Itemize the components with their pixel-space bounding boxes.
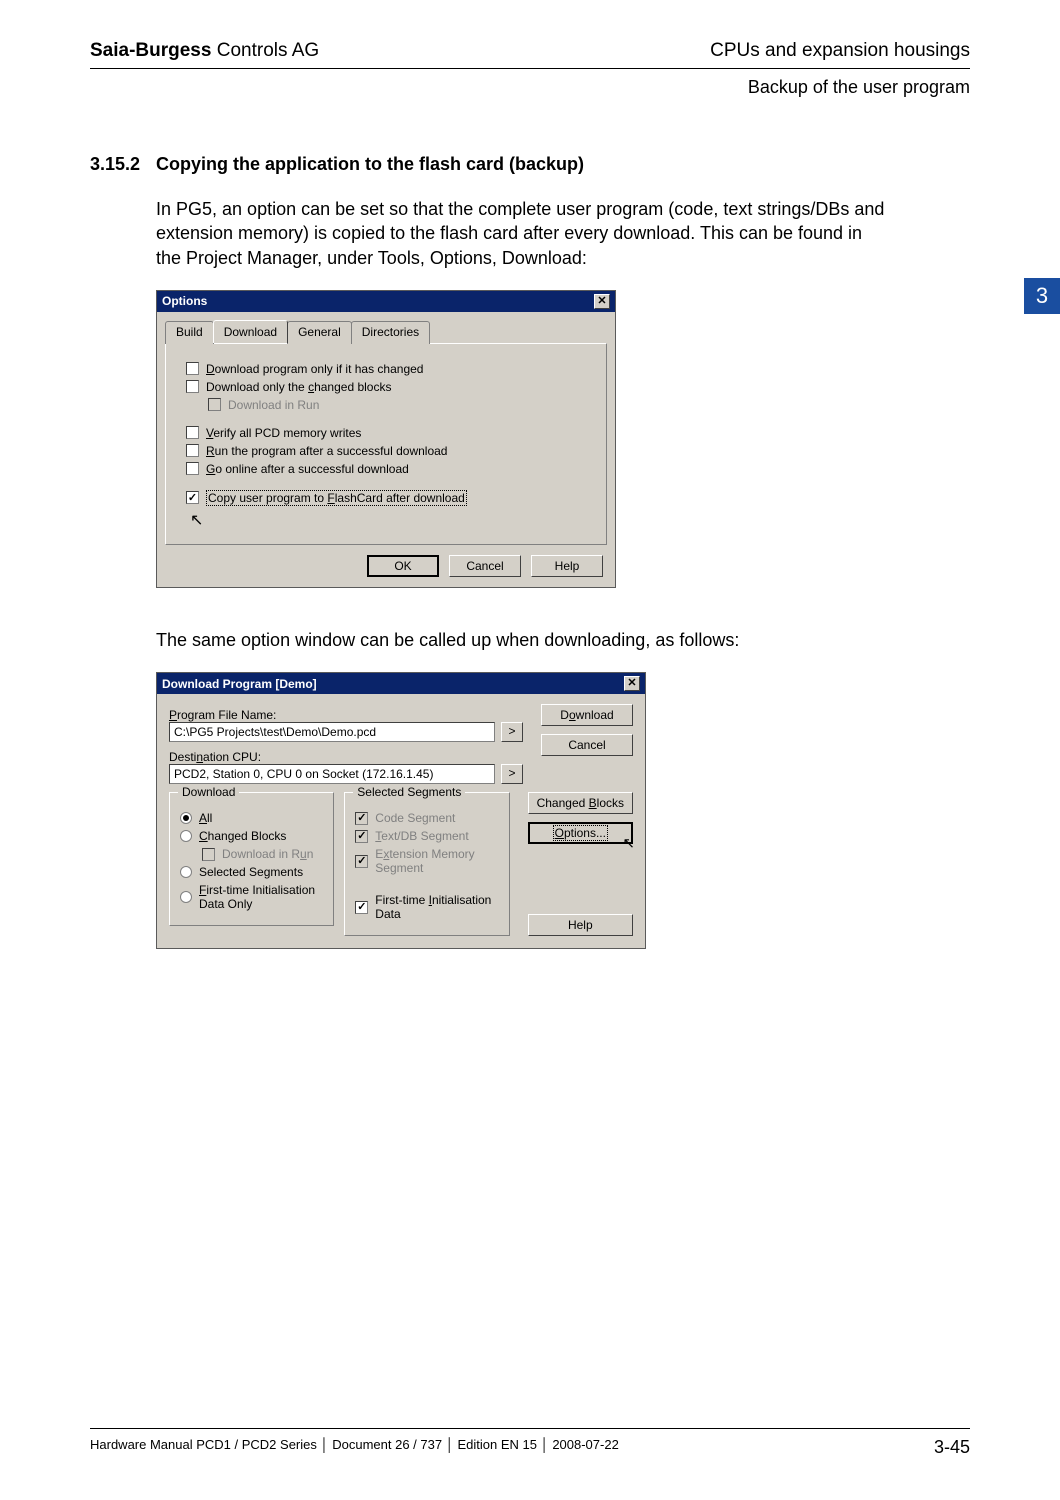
page-header: Saia-Burgess Controls AG CPUs and expans… xyxy=(90,40,970,69)
label-go-online: Go online after a successful download xyxy=(206,462,409,476)
label-only-if-changed: Download program only if it has changed xyxy=(206,362,423,376)
options-tabstrip: Build Download General Directories xyxy=(165,320,607,343)
paragraph-2: The same option window can be called up … xyxy=(156,628,886,652)
close-icon[interactable]: ✕ xyxy=(624,676,640,691)
radio-first-time[interactable] xyxy=(180,891,192,903)
download-title: Download Program [Demo] xyxy=(162,677,317,691)
section-number: 3.15.2 xyxy=(90,154,156,175)
download-titlebar[interactable]: Download Program [Demo] ✕ xyxy=(157,673,645,694)
help-button[interactable]: Help xyxy=(531,555,603,577)
label-ext-segment: Extension Memory Segment xyxy=(375,847,498,875)
checkbox-dl-in-run xyxy=(202,848,215,861)
label-selected-segments: Selected Segments xyxy=(199,865,303,879)
label-dl-in-run: Download in Run xyxy=(222,847,313,861)
label-run-after: Run the program after a successful downl… xyxy=(206,444,447,458)
checkbox-go-online[interactable] xyxy=(186,462,199,475)
footer-edition: Edition EN 15 xyxy=(457,1437,537,1452)
radio-all[interactable] xyxy=(180,812,192,824)
label-changed-blocks: Changed Blocks xyxy=(199,829,286,843)
tab-directories[interactable]: Directories xyxy=(351,321,430,344)
download-dialog: Download Program [Demo] ✕ Program File N… xyxy=(156,672,646,949)
checkbox-ext-segment xyxy=(355,855,368,868)
checkbox-only-if-changed[interactable] xyxy=(186,362,199,375)
download-group-legend: Download xyxy=(178,785,239,799)
company-name: Saia-Burgess Controls AG xyxy=(90,40,319,62)
segments-groupbox: Selected Segments Code Segment Text/DB S… xyxy=(344,792,509,936)
chapter-tab: 3 xyxy=(1024,278,1060,314)
label-code-segment: Code Segment xyxy=(375,811,455,825)
page-number: 3-45 xyxy=(934,1437,970,1458)
options-button[interactable]: Options...↖ xyxy=(528,822,633,844)
label-all: All xyxy=(199,811,212,825)
label-download-in-run: Download in Run xyxy=(228,398,319,412)
changed-blocks-button[interactable]: Changed Blocks xyxy=(528,792,633,814)
program-file-label: Program File Name: xyxy=(169,708,523,722)
footer-document: Document 26 / 737 xyxy=(332,1437,442,1452)
checkbox-download-in-run xyxy=(208,398,221,411)
download-groupbox: Download All Changed Blocks Download in … xyxy=(169,792,334,926)
page-footer: Hardware Manual PCD1 / PCD2 Series │ Doc… xyxy=(90,1428,970,1458)
checkbox-only-changed-blocks[interactable] xyxy=(186,380,199,393)
destination-cpu-input[interactable]: PCD2, Station 0, CPU 0 on Socket (172.16… xyxy=(169,764,495,784)
browse-cpu-button[interactable]: > xyxy=(501,764,523,784)
close-icon[interactable]: ✕ xyxy=(594,294,610,309)
program-file-input[interactable]: C:\PG5 Projects\test\Demo\Demo.pcd xyxy=(169,722,495,742)
company-rest: Controls AG xyxy=(211,40,319,61)
options-tabbody: Download program only if it has changed … xyxy=(165,343,607,545)
header-right: CPUs and expansion housings xyxy=(710,40,970,62)
tab-general[interactable]: General xyxy=(287,321,352,344)
tab-build[interactable]: Build xyxy=(165,321,214,344)
checkbox-first-time-data[interactable] xyxy=(355,901,368,914)
destination-cpu-label: Destination CPU: xyxy=(169,750,523,764)
checkbox-verify[interactable] xyxy=(186,426,199,439)
checkbox-copy-flash[interactable] xyxy=(186,491,199,504)
radio-changed-blocks[interactable] xyxy=(180,830,192,842)
cancel-button[interactable]: Cancel xyxy=(449,555,521,577)
label-verify: Verify all PCD memory writes xyxy=(206,426,361,440)
label-text-segment: Text/DB Segment xyxy=(375,829,468,843)
label-copy-flash: Copy user program to FlashCard after dow… xyxy=(206,490,467,506)
options-titlebar[interactable]: Options ✕ xyxy=(157,291,615,312)
company-bold: Saia-Burgess xyxy=(90,40,211,61)
footer-date: 2008-07-22 xyxy=(552,1437,619,1452)
segments-group-legend: Selected Segments xyxy=(353,785,465,799)
section-heading: 3.15.2Copying the application to the fla… xyxy=(90,154,970,175)
footer-manual: Hardware Manual PCD1 / PCD2 Series xyxy=(90,1437,317,1452)
options-dialog: Options ✕ Build Download General Directo… xyxy=(156,290,616,588)
radio-selected-segments[interactable] xyxy=(180,866,192,878)
tab-download[interactable]: Download xyxy=(213,320,288,343)
paragraph-1: In PG5, an option can be set so that the… xyxy=(156,197,886,270)
header-subtitle: Backup of the user program xyxy=(90,77,970,98)
cursor-icon: ↖ xyxy=(622,834,635,852)
section-title: Copying the application to the flash car… xyxy=(156,154,584,174)
help-button[interactable]: Help xyxy=(528,914,633,936)
checkbox-code-segment xyxy=(355,812,368,825)
cancel-button[interactable]: Cancel xyxy=(541,734,633,756)
label-first-time-data: First-time Initialisation Data xyxy=(375,893,498,921)
footer-left: Hardware Manual PCD1 / PCD2 Series │ Doc… xyxy=(90,1437,619,1458)
label-only-changed-blocks: Download only the changed blocks xyxy=(206,380,391,394)
checkbox-text-segment xyxy=(355,830,368,843)
options-title: Options xyxy=(162,294,207,308)
browse-program-button[interactable]: > xyxy=(501,722,523,742)
ok-button[interactable]: OK xyxy=(367,555,439,577)
options-button-row: OK Cancel Help xyxy=(157,545,615,587)
label-first-time: First-time Initialisation Data Only xyxy=(199,883,323,911)
checkbox-run-after[interactable] xyxy=(186,444,199,457)
download-button[interactable]: Download xyxy=(541,704,633,726)
cursor-icon: ↖ xyxy=(190,510,586,530)
